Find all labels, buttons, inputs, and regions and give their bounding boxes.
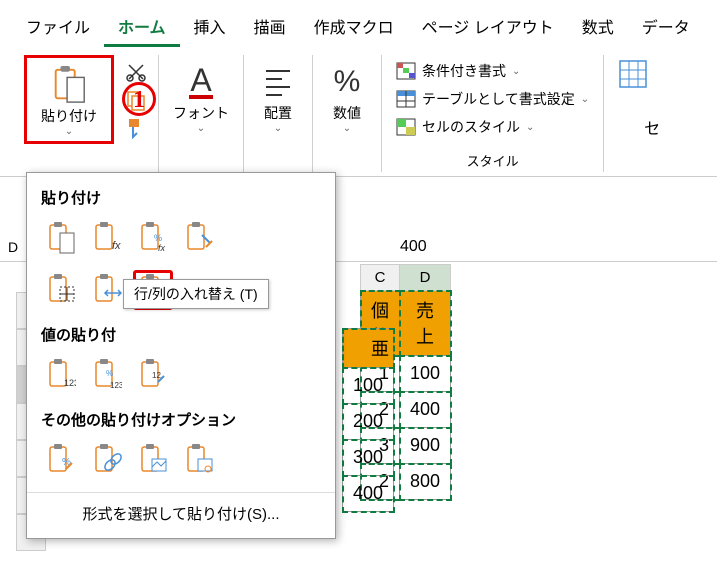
cond-format-label: 条件付き書式 [422, 61, 506, 81]
cell-d5[interactable]: 800 [400, 464, 451, 500]
cell-d1[interactable]: 売上 [400, 291, 451, 356]
paste-formatting-icon[interactable]: % [41, 440, 81, 480]
alignment-label: 配置 [264, 103, 292, 123]
svg-text:%: % [106, 369, 113, 378]
cell-style-icon [396, 118, 416, 136]
number-group: % 数値 ⌄ [313, 55, 382, 172]
col-header-c[interactable]: C [361, 265, 400, 291]
ribbon-tabs: ファイル ホーム 挿入 描画 作成マクロ ページ レイアウト 数式 データ [0, 0, 717, 47]
paste-special-button[interactable]: 形式を選択して貼り付け(S)... [27, 492, 335, 530]
paste-no-borders-icon[interactable] [41, 270, 81, 310]
font-group: A フォント ⌄ [159, 55, 244, 172]
svg-text:%: % [154, 233, 162, 243]
styles-group: 条件付き書式 ⌄ テーブルとして書式設定 ⌄ セルのスタイル ⌄ スタイル [382, 55, 604, 172]
table-format-button[interactable]: テーブルとして書式設定 ⌄ [392, 87, 593, 111]
cell-b5[interactable]: 400 [343, 476, 394, 512]
format-painter-icon[interactable] [124, 116, 148, 140]
cell-style-button[interactable]: セルのスタイル ⌄ [392, 115, 593, 139]
number-label: 数値 [333, 103, 361, 123]
table-format-label: テーブルとして書式設定 [422, 89, 575, 109]
svg-text:123: 123 [64, 378, 76, 388]
svg-text:123: 123 [110, 381, 122, 390]
paste-picture-icon[interactable] [133, 440, 173, 480]
percent-icon: % [327, 59, 367, 103]
tab-draw[interactable]: 描画 [240, 8, 300, 47]
paste-button[interactable]: 貼り付け ⌄ [33, 60, 105, 141]
cell-b4[interactable]: 300 [343, 440, 394, 476]
cond-format-icon [396, 62, 416, 80]
paste-button-highlight: 貼り付け ⌄ [24, 55, 114, 144]
conditional-format-button[interactable]: 条件付き書式 ⌄ [392, 59, 593, 83]
cells-group: セ [604, 55, 662, 172]
transpose-tooltip: 行/列の入れ替え (T) [123, 279, 269, 309]
paste-keep-source-icon[interactable] [179, 218, 219, 258]
paste-linked-picture-icon[interactable] [179, 440, 219, 480]
svg-text:%: % [334, 65, 361, 98]
tab-insert[interactable]: 挿入 [180, 8, 240, 47]
paste-values-icon[interactable]: 123 [41, 355, 81, 395]
tab-file[interactable]: ファイル [12, 8, 104, 47]
chevron-down-icon: ⌄ [197, 123, 205, 134]
chevron-down-icon: ⌄ [581, 94, 589, 105]
tab-formulas[interactable]: 数式 [568, 8, 628, 47]
grid-col-b: 亜 100 200 300 400 [342, 328, 394, 512]
cell-style-label: セルのスタイル [422, 117, 520, 137]
alignment-group: 配置 ⌄ [244, 55, 313, 172]
svg-text:fx: fx [112, 240, 121, 252]
paste-link-icon[interactable] [87, 440, 127, 480]
font-icon: A [181, 59, 221, 103]
alignment-button[interactable]: 配置 ⌄ [254, 55, 302, 138]
cell-d2[interactable]: 100 [400, 356, 451, 392]
clipboard-icon [50, 64, 88, 106]
styles-group-label: スタイル [467, 151, 519, 172]
tab-data[interactable]: データ [628, 8, 704, 47]
annotation-1: 1 [122, 78, 156, 116]
paste-options-menu: 貼り付け fx %fx 行/列の入れ替え (T) 値の貼り付 123 %123 … [26, 172, 336, 539]
chevron-down-icon: ⌄ [343, 123, 351, 134]
paste-other-section-title: その他の貼り付けオプション [27, 403, 335, 436]
svg-text:fx: fx [158, 243, 166, 253]
paste-values-number-icon[interactable]: % 123 [87, 355, 127, 395]
paste-formulas-number-icon[interactable]: %fx [133, 218, 173, 258]
paste-all-icon[interactable] [41, 218, 81, 258]
font-label: フォント [173, 103, 229, 123]
cell-b2[interactable]: 100 [343, 368, 394, 404]
cell-b1[interactable]: 亜 [343, 329, 394, 368]
paste-keep-width-icon[interactable] [87, 270, 127, 310]
cells-label-partial: セ [644, 115, 660, 139]
paste-section-title: 貼り付け [27, 181, 335, 214]
alignment-icon [258, 59, 298, 103]
paste-formulas-icon[interactable]: fx [87, 218, 127, 258]
svg-text:A: A [190, 62, 212, 98]
tab-macro[interactable]: 作成マクロ [300, 8, 408, 47]
tab-layout[interactable]: ページ レイアウト [408, 8, 568, 47]
paste-values-source-icon[interactable]: 12 [133, 355, 173, 395]
chevron-down-icon: ⌄ [274, 123, 282, 134]
cell-d4[interactable]: 900 [400, 428, 451, 464]
ribbon: 貼り付け ⌄ A フォント ⌄ [0, 47, 717, 177]
paste-label: 貼り付け [41, 106, 97, 126]
paste-values-section-title: 値の貼り付 [27, 318, 335, 351]
font-button[interactable]: A フォント ⌄ [169, 55, 233, 138]
number-button[interactable]: % 数値 ⌄ [323, 55, 371, 138]
cells-button[interactable] [614, 55, 652, 93]
chevron-down-icon: ⌄ [526, 122, 534, 133]
table-format-icon [396, 90, 416, 108]
cell-b3[interactable]: 200 [343, 404, 394, 440]
cells-icon [618, 59, 648, 89]
chevron-down-icon: ⌄ [65, 126, 73, 137]
cell-d3[interactable]: 400 [400, 392, 451, 428]
chevron-down-icon: ⌄ [512, 66, 520, 77]
tab-home[interactable]: ホーム [104, 8, 180, 47]
col-header-d[interactable]: D [400, 265, 451, 291]
